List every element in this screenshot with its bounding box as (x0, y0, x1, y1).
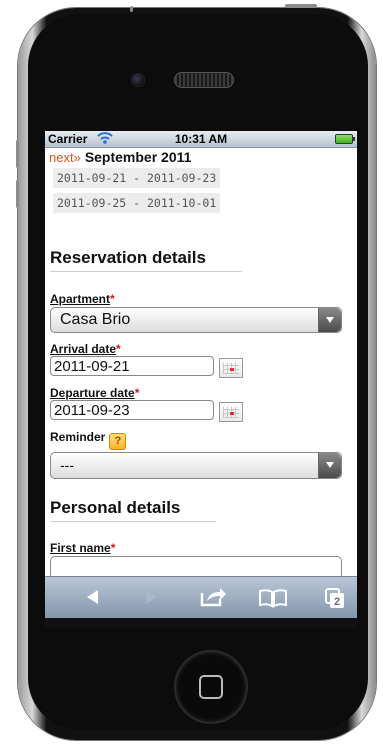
month-title: September 2011 (84, 149, 192, 165)
reminder-select[interactable]: --- (50, 452, 342, 479)
calendar-header: next» September 2011 (49, 149, 191, 165)
screen: Carrier 10:31 AM next» September 2011 201… (45, 131, 357, 628)
page-content: next» September 2011 2011-09-21 - 2011-09… (45, 147, 357, 580)
personal-details-heading: Personal details (50, 498, 216, 522)
reminder-label: Reminder? (50, 430, 127, 450)
front-camera (131, 73, 145, 87)
forward-icon[interactable] (130, 577, 170, 619)
required-marker: * (110, 292, 115, 306)
apartment-selected-value: Casa Brio (60, 311, 131, 328)
reservation-details-heading: Reservation details (50, 248, 242, 272)
volume-down-button (16, 180, 19, 208)
reservation-range[interactable]: 2011-09-25 - 2011-10-01 (53, 193, 221, 213)
power-button (285, 4, 317, 8)
departure-date-label: Departure date* (50, 386, 140, 400)
reservation-range[interactable]: 2011-09-21 - 2011-09-23 (53, 168, 221, 188)
calendar-icon[interactable] (219, 402, 243, 422)
chevron-down-icon (318, 308, 341, 332)
calendar-icon[interactable] (219, 358, 243, 378)
status-bar: Carrier 10:31 AM (45, 131, 357, 148)
first-name-label: First name* (50, 541, 116, 555)
home-button[interactable] (174, 650, 248, 724)
tabs-count: 2 (334, 596, 340, 608)
clock: 10:31 AM (174, 132, 228, 146)
next-month-link[interactable]: next» (49, 150, 81, 165)
required-marker: * (116, 342, 121, 356)
tabs-icon[interactable]: 2 (317, 577, 357, 619)
help-icon[interactable]: ? (109, 433, 127, 450)
arrival-date-label: Arrival date* (50, 342, 121, 356)
apartment-select[interactable]: Casa Brio (50, 307, 342, 333)
battery-icon (335, 134, 355, 144)
required-marker: * (110, 541, 116, 555)
home-icon (199, 675, 223, 699)
chevron-down-icon (318, 453, 341, 478)
share-icon[interactable] (193, 577, 233, 619)
speaker-grille (174, 72, 234, 88)
required-marker: * (134, 386, 140, 400)
departure-date-input[interactable]: 2011-09-23 (50, 400, 214, 420)
bookmarks-icon[interactable] (253, 577, 293, 619)
screen-bottom-edge (45, 618, 357, 628)
apartment-label: Apartment* (50, 292, 115, 306)
reminder-selected-value: --- (60, 457, 74, 473)
back-icon[interactable] (73, 577, 113, 619)
browser-toolbar: 2 (45, 576, 357, 619)
side-button (130, 6, 133, 12)
volume-up-button (16, 140, 19, 168)
arrival-date-input[interactable]: 2011-09-21 (50, 356, 214, 376)
